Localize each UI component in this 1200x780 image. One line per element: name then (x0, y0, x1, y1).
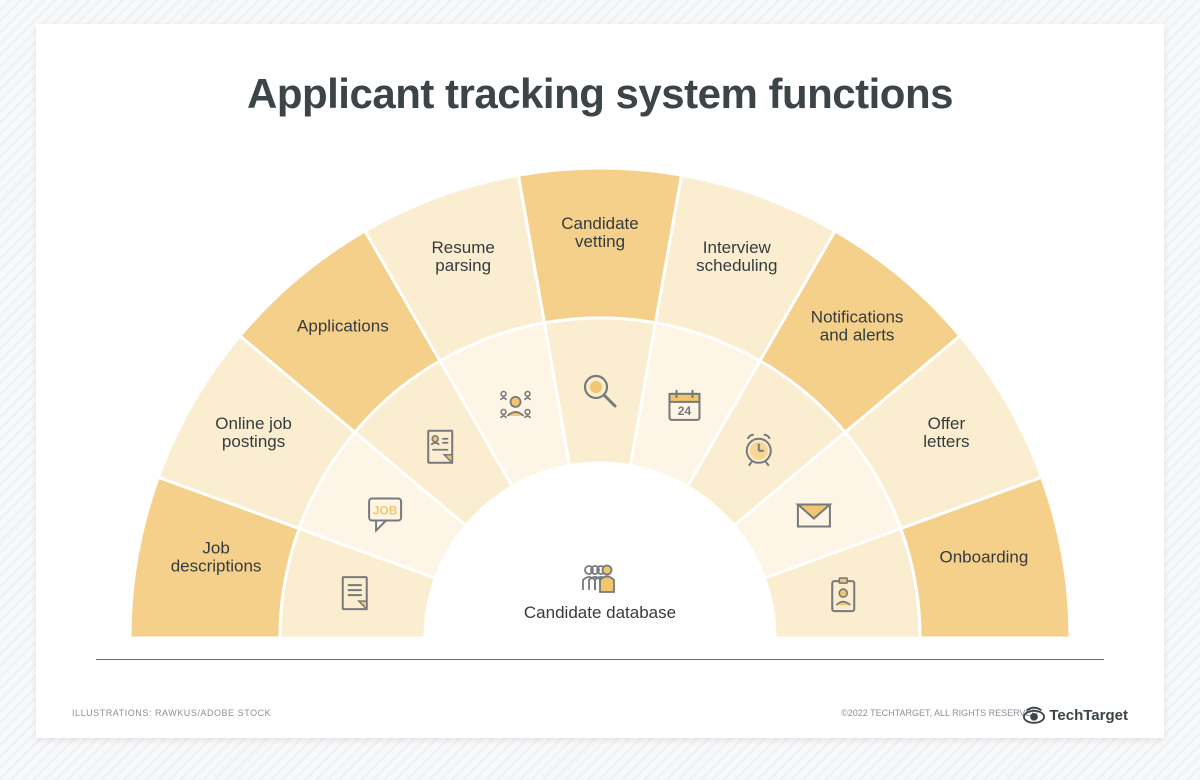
segment-label-1: Online jobpostings (215, 414, 292, 451)
diagram-card: Applicant tracking system functions Jobd… (36, 24, 1164, 738)
brand-name: TechTarget (1049, 707, 1128, 724)
svg-text:24: 24 (678, 404, 692, 418)
brand-eye-icon (1023, 704, 1045, 726)
radial-diagram: JobdescriptionsOnline jobpostingsJOBAppl… (100, 138, 1100, 658)
brand-logo: TechTarget (1023, 704, 1128, 726)
segment-label-2: Applications (297, 317, 389, 336)
svg-text:JOB: JOB (373, 504, 398, 518)
illustration-credit: ILLUSTRATIONS: RAWKUS/ADOBE STOCK (72, 708, 271, 718)
segment-label-8: Onboarding (940, 548, 1029, 567)
diagram-title: Applicant tracking system functions (36, 70, 1164, 118)
segment-label-6: Notificationsand alerts (811, 308, 904, 345)
copyright-text: ©2022 TECHTARGET, ALL RIGHTS RESERVED (841, 708, 1038, 718)
segment-label-3: Resumeparsing (432, 238, 495, 275)
segment-label-7: Offerletters (923, 414, 969, 451)
center-label: Candidate database (524, 603, 676, 622)
baseline-rule (96, 659, 1104, 660)
segment-label-5: Interviewscheduling (696, 238, 777, 275)
